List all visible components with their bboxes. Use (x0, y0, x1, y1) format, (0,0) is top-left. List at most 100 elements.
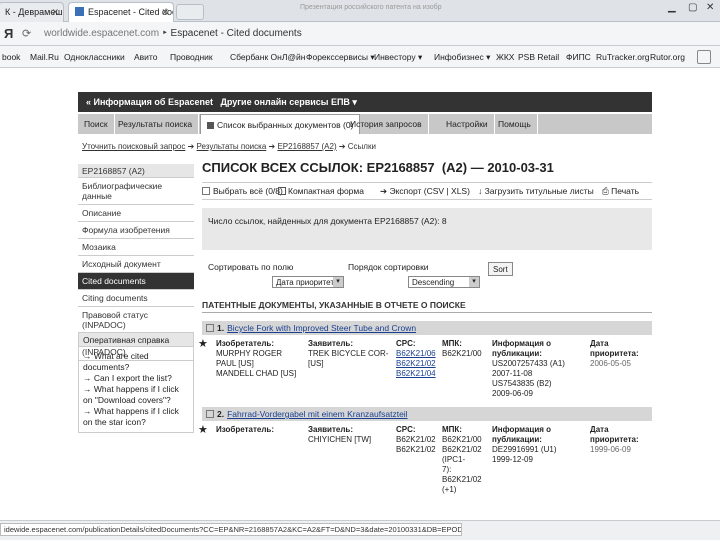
publication: DE29916991 (U1) (492, 445, 582, 455)
minimize-icon[interactable]: ▁ (668, 2, 676, 13)
url-domain: worldwide.espacenet.com (44, 28, 159, 39)
result-header-1: 1.Bicycle Fork with Improved Steer Tube … (202, 321, 652, 335)
browser-tab-2[interactable]: Espacenet - Cited doc ✕ (68, 2, 174, 22)
bookmark[interactable]: Сбербанк ОнЛ@йн (230, 52, 306, 62)
bookmark[interactable]: book (2, 52, 20, 62)
espacenet-info-bar[interactable]: « Информация об Espacenet Другие онлайн … (78, 92, 652, 112)
publication-heading: Информация о публикации: (492, 339, 582, 359)
cpc-link[interactable]: B62K21/04 (396, 369, 440, 379)
ipc: (+1) (442, 485, 490, 495)
result-title-link[interactable]: Bicycle Fork with Improved Steer Tube an… (227, 323, 416, 333)
cpc-link[interactable]: B62K21/06 (396, 349, 440, 359)
sidebar-item-citing[interactable]: Citing documents (78, 290, 194, 307)
sidebar-item-cited[interactable]: Cited documents (78, 273, 194, 290)
browser-tab-1[interactable]: К - Деврамешьк ✕ (0, 2, 64, 22)
browser-tab-strip: К - Деврамешьк ✕ Espacenet - Cited doc ✕… (0, 0, 720, 22)
ipc: B62K21/00 (442, 435, 490, 445)
compact-label: Компактная форма (288, 186, 364, 196)
close-icon[interactable]: ✕ (51, 7, 59, 18)
result-checkbox[interactable] (206, 324, 214, 332)
tab-settings[interactable]: Настройки (440, 114, 495, 134)
sort-by-label: Сортировать по полю (208, 262, 293, 272)
page-title: СПИСОК ВСЕХ ССЫЛОК: EP2168857 (A2) — 201… (202, 160, 652, 182)
help-link[interactable]: → What happens if I click on the star ic… (83, 406, 189, 428)
priority-date: 1999-06-09 (590, 445, 652, 455)
download-covers-button[interactable]: ↓ Загрузить титульные листы (478, 186, 594, 196)
close-icon[interactable]: ✕ (161, 7, 169, 18)
result-title-link[interactable]: Fahrrad-Vordergabel mit einem Kranzaufsa… (227, 409, 407, 419)
print-button[interactable]: ⎙ Печать (602, 186, 639, 197)
tab-help[interactable]: Помощь (492, 114, 538, 134)
bookmark[interactable]: Проводник (170, 52, 213, 62)
inventor: PAUL [US] (216, 359, 308, 369)
download-arrow-icon: ↓ (478, 186, 485, 196)
select-all-checkbox[interactable]: Выбрать всё (0/8) (202, 186, 283, 196)
compact-view-button[interactable]: Компактная форма (278, 186, 364, 196)
ipc: (IPC1- (442, 455, 490, 465)
help-link[interactable]: → Can I export the list? (83, 373, 189, 384)
sidebar-item-biblio[interactable]: Библиографические данные (78, 178, 194, 205)
sidebar-item-claims[interactable]: Формула изобретения (78, 222, 194, 239)
publication: 2007-11-08 (492, 369, 582, 379)
cpc: B62K21/02 (396, 445, 440, 455)
yandex-logo[interactable]: Я (4, 26, 13, 41)
maximize-icon[interactable]: ▢ (688, 2, 697, 13)
status-url: idewide.espacenet.com/publicationDetails… (0, 523, 462, 536)
sort-button[interactable]: Sort (488, 262, 513, 276)
bookmark[interactable]: Авито (134, 52, 157, 62)
publication: US2007257433 (A1) (492, 359, 582, 369)
bookmarks-bar: book Mail.Ru Одноклассники Авито Проводн… (0, 46, 720, 68)
list-icon (207, 122, 214, 129)
tab-selected-docs[interactable]: Список выбранных документов (0) (200, 114, 360, 134)
bookmark[interactable]: Mail.Ru (30, 52, 59, 62)
breadcrumb-doc[interactable]: EP2168857 (A2) (277, 142, 336, 151)
bookmarks-menu-icon[interactable] (697, 50, 711, 64)
tab-results[interactable]: Результаты поиска (112, 114, 199, 134)
window-close-icon[interactable]: ✕ (706, 2, 714, 13)
espacenet-favicon-icon (75, 7, 84, 16)
tab-search[interactable]: Поиск (78, 114, 115, 134)
bookmark[interactable]: ФИПС (566, 52, 591, 62)
bookmark[interactable]: ЖКХ (496, 52, 514, 62)
bookmark[interactable]: Форекссервисы ▾ (306, 52, 375, 63)
star-icon[interactable]: ★ (198, 425, 208, 435)
export-button[interactable]: ➔ Экспорт (CSV | XLS) (380, 186, 470, 197)
bookmark[interactable]: Rutor.org (650, 52, 685, 62)
bookmark[interactable]: RuTracker.org (596, 52, 650, 62)
result-count-text: Число ссылок, найденных для документа EP… (208, 216, 447, 226)
breadcrumb-results[interactable]: Результаты поиска (197, 142, 267, 151)
sidebar-item-legal[interactable]: Правовой статус (INPADOC) (78, 307, 194, 334)
sidebar-item-original[interactable]: Исходный документ (78, 256, 194, 273)
result-checkbox[interactable] (206, 410, 214, 418)
publication-heading: Информация о публикации: (492, 425, 582, 445)
result-body-2: ★ Изобретатель: Заявитель: CHIYICHEN [TW… (202, 421, 652, 491)
result-number: 1. (217, 323, 224, 333)
result-body-1: ★ Изобретатель: MURPHY ROGER PAUL [US] M… (202, 335, 652, 405)
priority-heading: Дата приоритета: (590, 339, 652, 359)
breadcrumb-refine[interactable]: Уточнить поисковый запрос (82, 142, 185, 151)
tab-history[interactable]: История запросов (344, 114, 429, 134)
help-link[interactable]: → What are cited documents? (83, 351, 189, 373)
applicant: [US] (308, 359, 392, 369)
breadcrumb: Уточнить поисковый запрос ➔ Результаты п… (82, 142, 376, 151)
star-icon[interactable]: ★ (198, 339, 208, 349)
refresh-icon[interactable]: ⟳ (22, 27, 31, 40)
bookmark[interactable]: Инфобизнес ▾ (434, 52, 490, 63)
sort-order-select[interactable]: Descending ▾ (408, 276, 480, 288)
sidebar-item-mosaic[interactable]: Мозаика (78, 239, 194, 256)
download-label: Загрузить титульные листы (485, 186, 594, 196)
bookmark[interactable]: Одноклассники (64, 52, 125, 62)
applicant-heading: Заявитель: (308, 425, 392, 435)
url-field[interactable]: worldwide.espacenet.com ‣ Espacenet - Ci… (40, 26, 560, 42)
cpc-link[interactable]: B62K21/02 (396, 359, 440, 369)
new-tab-button[interactable] (176, 4, 204, 20)
espacenet-page: « Информация об Espacenet Другие онлайн … (78, 68, 652, 520)
help-link[interactable]: → What happens if I click on "Download c… (83, 384, 189, 406)
sidebar-item-description[interactable]: Описание (78, 205, 194, 222)
sort-by-select[interactable]: Дата приоритета ▾ (272, 276, 344, 288)
section-title: ПАТЕНТНЫЕ ДОКУМЕНТЫ, УКАЗАННЫЕ В ОТЧЕТЕ … (202, 300, 652, 313)
printer-icon: ⎙ (602, 186, 611, 196)
bookmark[interactable]: Инвестору ▾ (374, 52, 422, 63)
bookmark[interactable]: PSB Retail (518, 52, 559, 62)
tab-label: Список выбранных документов (0) (217, 120, 353, 130)
